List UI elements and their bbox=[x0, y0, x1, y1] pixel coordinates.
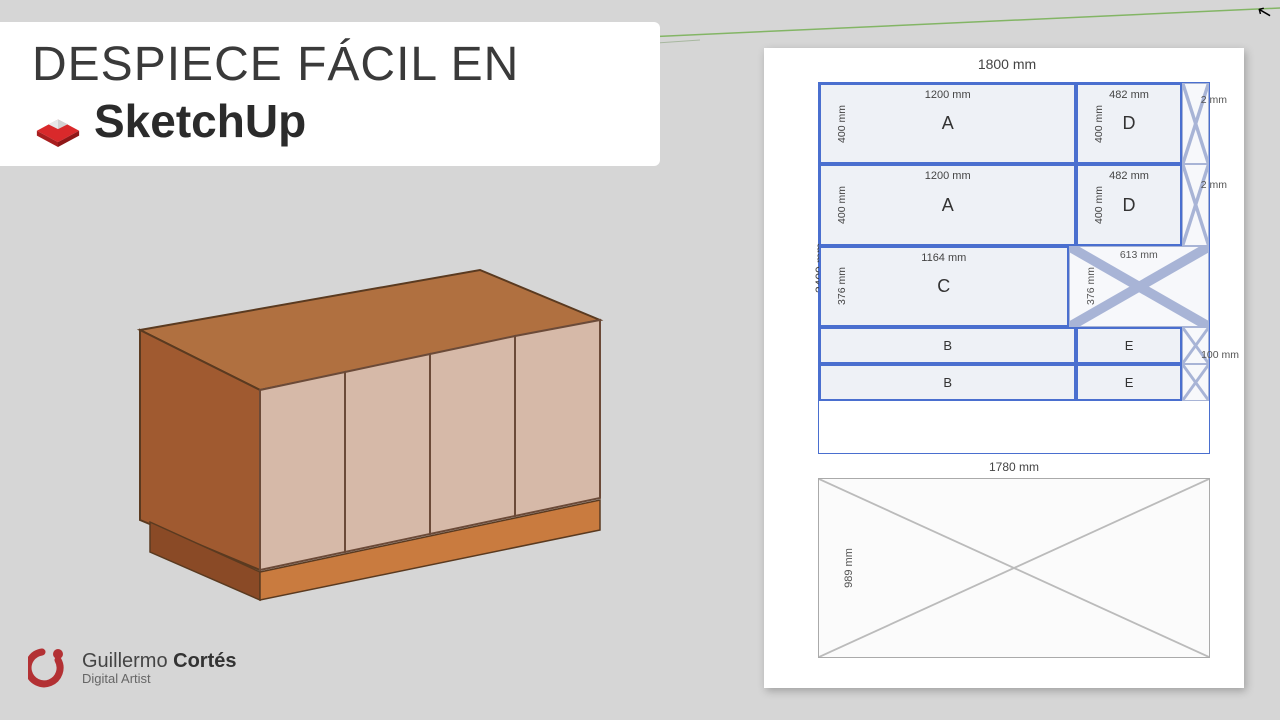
author-signature: Guillermo Cortés Digital Artist bbox=[28, 644, 237, 692]
author-logo-icon bbox=[28, 644, 70, 692]
edge-waste-label-2: 2 mm bbox=[1201, 179, 1227, 191]
part-D-1: 482 mm 400 mm D bbox=[1076, 83, 1181, 164]
waste-right-row2: 613 mm 376 mm bbox=[1069, 246, 1209, 327]
waste-strip-2 bbox=[1182, 164, 1209, 245]
author-subtitle: Digital Artist bbox=[82, 671, 237, 686]
part-E-2: E bbox=[1076, 364, 1181, 401]
waste-bottom-area: 989 mm bbox=[818, 478, 1210, 658]
cutlist-board: 2400 mm 1200 mm 400 mm A 482 mm 400 mm D… bbox=[818, 82, 1210, 454]
edge-waste-label-1: 2 mm bbox=[1201, 94, 1227, 106]
part-E-1: E bbox=[1076, 327, 1181, 364]
author-last-name: Cortés bbox=[173, 650, 236, 672]
brand-text: SketchUp bbox=[94, 94, 306, 148]
sketchup-logo-icon bbox=[32, 95, 84, 147]
part-D-2: 482 mm 400 mm D bbox=[1076, 164, 1181, 245]
title-banner: DESPIECE FÁCIL EN SketchUp bbox=[0, 22, 660, 166]
cutlist-sheet: 1800 mm 2400 mm 1200 mm 400 mm A 482 mm … bbox=[764, 48, 1244, 688]
part-B-2: B bbox=[819, 364, 1076, 401]
waste-strip-4 bbox=[1182, 364, 1209, 401]
author-first-name: Guillermo bbox=[82, 650, 168, 672]
part-B-1: B bbox=[819, 327, 1076, 364]
brand-row: SketchUp bbox=[32, 94, 628, 148]
banner-title: DESPIECE FÁCIL EN bbox=[32, 40, 628, 90]
part-A-1: 1200 mm 400 mm A bbox=[819, 83, 1076, 164]
cursor-icon: ↖ bbox=[1254, 0, 1274, 24]
cabinet-3d-model bbox=[80, 240, 640, 620]
board-width-label: 1800 mm bbox=[978, 56, 1036, 72]
part-A-2: 1200 mm 400 mm A bbox=[819, 164, 1076, 245]
part-C: 1164 mm 376 mm C bbox=[819, 246, 1069, 327]
used-length-label: 1780 mm bbox=[818, 460, 1210, 474]
edge-waste-label-3: 100 mm bbox=[1201, 349, 1239, 361]
